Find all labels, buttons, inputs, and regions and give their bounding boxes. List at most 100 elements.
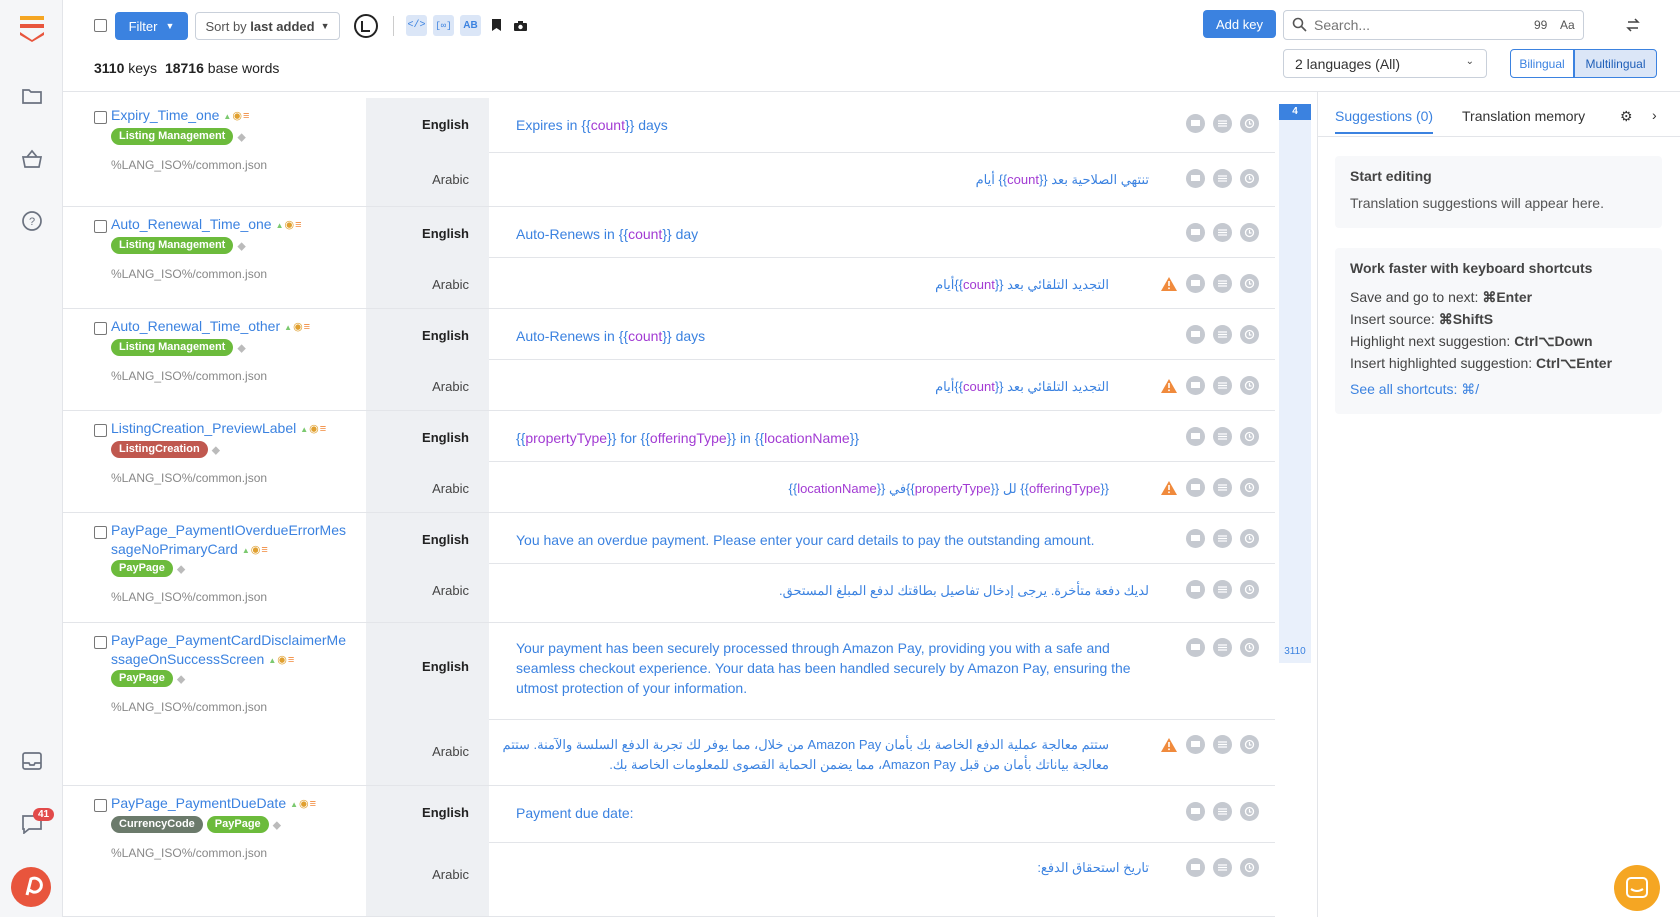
history-icon[interactable] — [1240, 223, 1259, 242]
user-avatar[interactable] — [11, 867, 51, 907]
english-text[interactable]: Payment due date: — [516, 803, 1156, 823]
target-translation-cell[interactable]: {{offeringType}} لل {{propertyType}}في {… — [489, 462, 1275, 513]
comments-icon[interactable] — [1186, 529, 1205, 548]
row-checkbox[interactable] — [94, 111, 107, 124]
target-translation-cell[interactable]: التجديد التلقائي بعد {{count}}أيام — [489, 360, 1275, 411]
translation-memory-icon[interactable] — [1213, 427, 1232, 446]
comments-icon[interactable] — [1186, 376, 1205, 395]
match-case-toggle[interactable]: Aa — [1560, 18, 1575, 32]
key-name-link[interactable]: PayPage_PaymentIOverdueErrorMes sageNoPri… — [111, 521, 356, 560]
key-name-link[interactable]: Expiry_Time_one ▲◉≡ — [111, 106, 356, 126]
key-name-link[interactable]: PayPage_PaymentDueDate ▲◉≡ — [111, 794, 356, 814]
english-text[interactable]: Auto-Renews in {{count}} days — [516, 326, 1156, 346]
translation-memory-icon[interactable] — [1213, 274, 1232, 293]
gear-icon[interactable]: ⚙ — [1620, 108, 1633, 125]
arabic-text[interactable]: تنتهي الصلاحية بعد {{count}} أيام — [509, 170, 1149, 190]
history-icon[interactable] — [1240, 638, 1259, 657]
projects-folder-icon[interactable] — [18, 82, 46, 110]
history-icon[interactable] — [1240, 529, 1259, 548]
languages-dropdown[interactable]: 2 languages (All) ⌄ — [1283, 49, 1487, 78]
comments-icon[interactable] — [1186, 427, 1205, 446]
english-text[interactable]: Expires in {{count}} days — [516, 115, 1156, 135]
tag-icon[interactable]: ◆ — [273, 820, 281, 832]
key-tag[interactable]: PayPage — [111, 670, 173, 687]
history-icon[interactable] — [1240, 376, 1259, 395]
translation-memory-icon[interactable] — [1213, 223, 1232, 242]
arabic-text[interactable]: لديك دفعة متأخرة. يرجى إدخال تفاصيل بطاق… — [509, 581, 1149, 601]
translation-memory-icon[interactable] — [1213, 735, 1232, 754]
tag-icon[interactable]: ◆ — [237, 132, 245, 144]
translation-memory-icon[interactable] — [1213, 325, 1232, 344]
target-translation-cell[interactable]: لديك دفعة متأخرة. يرجى إدخال تفاصيل بطاق… — [489, 564, 1275, 623]
comments-icon[interactable] — [1186, 580, 1205, 599]
comments-icon[interactable] — [1186, 478, 1205, 497]
filter-button[interactable]: Filter ▼ — [115, 12, 188, 40]
comments-icon[interactable] — [1186, 223, 1205, 242]
lokalise-logo-icon[interactable] — [18, 14, 46, 42]
key-tag[interactable]: PayPage — [206, 816, 269, 833]
history-icon[interactable] — [1240, 427, 1259, 446]
warning-icon[interactable] — [1159, 478, 1178, 497]
collapse-panel-icon[interactable]: › — [1652, 107, 1657, 123]
multilingual-toggle[interactable]: Multilingual — [1574, 49, 1657, 78]
arabic-text[interactable]: ستتم معالجة عملية الدفع الخاصة بك بأمان … — [499, 735, 1109, 775]
translation-memory-icon[interactable] — [1213, 376, 1232, 395]
history-icon[interactable] — [1240, 274, 1259, 293]
history-icon[interactable] — [1240, 169, 1259, 188]
english-text[interactable]: {{propertyType}} for {{offeringType}} in… — [516, 428, 1156, 448]
target-translation-cell[interactable]: ستتم معالجة عملية الدفع الخاصة بك بأمان … — [489, 720, 1275, 786]
translation-memory-icon[interactable] — [1213, 638, 1232, 657]
arabic-text[interactable]: التجديد التلقائي بعد {{count}}أيام — [499, 275, 1109, 295]
tab-translation-memory[interactable]: Translation memory — [1462, 108, 1585, 124]
code-view-icon[interactable]: </> — [406, 15, 427, 36]
source-translation-cell[interactable]: You have an overdue payment. Please ente… — [489, 513, 1275, 564]
target-translation-cell[interactable]: تاريخ استحقاق الدفع: — [489, 843, 1275, 917]
history-icon[interactable] — [1240, 735, 1259, 754]
bookmark-icon[interactable] — [491, 18, 502, 37]
warning-icon[interactable] — [1159, 376, 1178, 395]
tag-icon[interactable]: ◆ — [237, 343, 245, 355]
comments-icon[interactable] — [1186, 802, 1205, 821]
english-text[interactable]: Auto-Renews in {{count}} day — [516, 224, 1156, 244]
target-translation-cell[interactable]: تنتهي الصلاحية بعد {{count}} أيام — [489, 153, 1275, 207]
history-icon[interactable] — [1240, 802, 1259, 821]
lokalise-ai-icon[interactable] — [354, 14, 378, 38]
tag-icon[interactable]: ◆ — [177, 674, 185, 686]
arabic-text[interactable]: التجديد التلقائي بعد {{count}}أيام — [499, 377, 1109, 397]
key-name-link[interactable]: PayPage_PaymentCardDisclaimerMe ssageOnSu… — [111, 631, 356, 670]
search-box[interactable]: 99 Aa — [1283, 10, 1584, 40]
source-translation-cell[interactable]: Auto-Renews in {{count}} days — [489, 309, 1275, 360]
support-chat-button[interactable] — [1614, 865, 1660, 911]
placeholder-view-icon[interactable]: [∞] — [433, 15, 454, 36]
key-tag[interactable]: Listing Management — [111, 237, 234, 254]
screenshot-camera-icon[interactable] — [513, 19, 528, 37]
select-all-checkbox[interactable] — [94, 19, 107, 32]
translation-memory-icon[interactable] — [1213, 478, 1232, 497]
tab-suggestions[interactable]: Suggestions (0) — [1335, 108, 1434, 134]
comments-icon[interactable] — [1186, 325, 1205, 344]
key-tag[interactable]: Listing Management — [111, 339, 234, 356]
arabic-text[interactable]: {{offeringType}} لل {{propertyType}}في {… — [499, 479, 1110, 499]
source-translation-cell[interactable]: {{propertyType}} for {{offeringType}} in… — [489, 411, 1275, 462]
comments-icon[interactable] — [1186, 638, 1205, 657]
comments-icon[interactable] — [1186, 274, 1205, 293]
history-icon[interactable] — [1240, 114, 1259, 133]
key-tag[interactable]: Listing Management — [111, 128, 234, 145]
source-translation-cell[interactable]: Your payment has been securely processed… — [489, 623, 1275, 720]
search-input[interactable] — [1314, 16, 1514, 34]
source-translation-cell[interactable]: Payment due date: — [489, 786, 1275, 843]
arabic-text[interactable]: تاريخ استحقاق الدفع: — [509, 858, 1149, 878]
swap-view-icon[interactable] — [1626, 18, 1640, 37]
translation-memory-icon[interactable] — [1213, 114, 1232, 133]
tag-icon[interactable]: ◆ — [237, 241, 245, 253]
translation-memory-icon[interactable] — [1213, 858, 1232, 877]
translation-memory-icon[interactable] — [1213, 169, 1232, 188]
row-checkbox[interactable] — [94, 799, 107, 812]
key-tag[interactable]: CurrencyCode — [111, 816, 203, 833]
translation-memory-icon[interactable] — [1213, 529, 1232, 548]
english-text[interactable]: Your payment has been securely processed… — [516, 638, 1156, 698]
warning-icon[interactable] — [1159, 274, 1178, 293]
marketplace-basket-icon[interactable] — [18, 145, 46, 173]
history-icon[interactable] — [1240, 580, 1259, 599]
inbox-icon[interactable] — [18, 747, 46, 775]
